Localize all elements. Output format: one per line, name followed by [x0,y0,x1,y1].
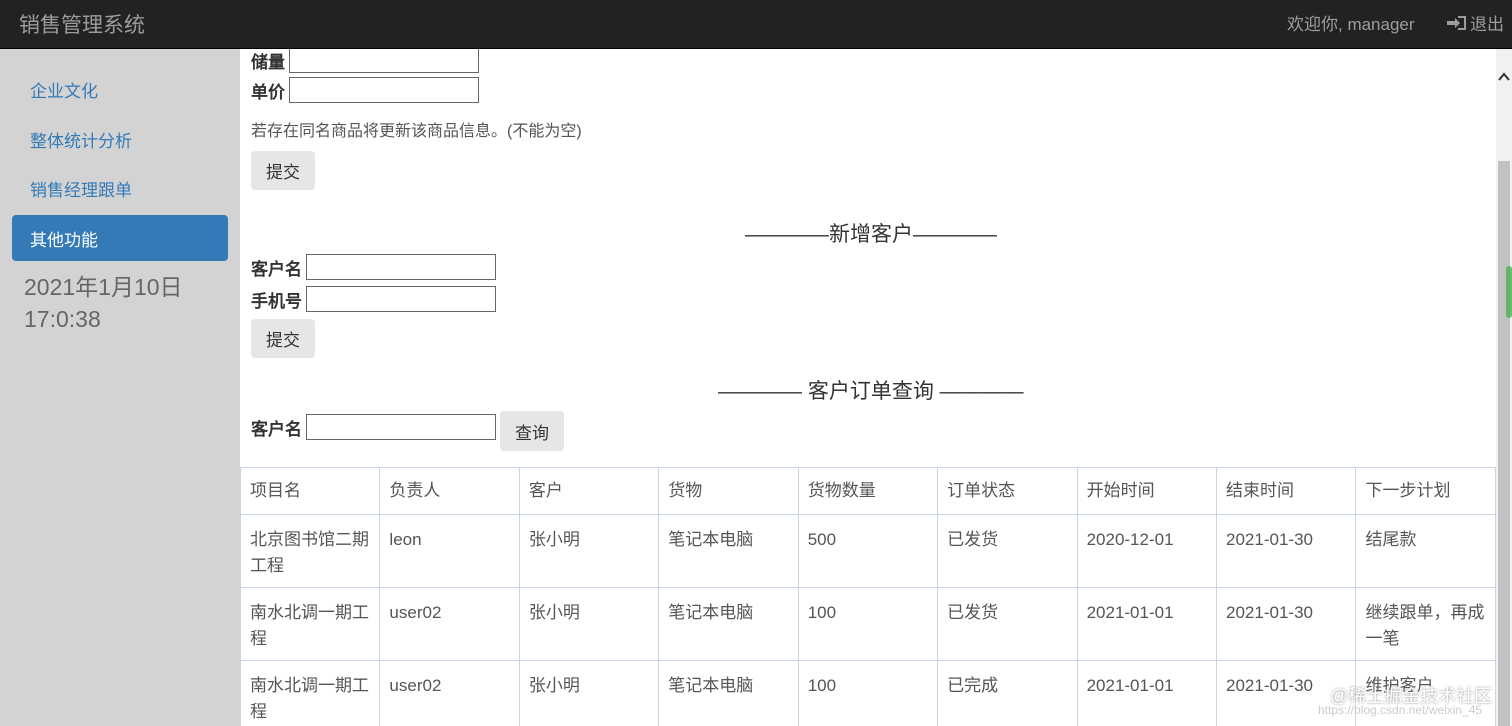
column-header: 下一步计划 [1355,467,1496,515]
table-cell: 已完成 [937,660,1078,726]
table-cell: 张小明 [518,587,660,661]
price-input[interactable] [289,77,479,103]
main-content: 储量 单价 若存在同名商品将更新该商品信息。(不能为空) 提交 ————新增客户… [240,49,1496,726]
customer-name-input[interactable] [306,254,496,280]
app-brand[interactable]: 销售管理系统 [19,9,145,39]
table-cell: 100 [797,660,939,726]
table-cell: 张小明 [518,660,660,726]
table-cell: 2020-12-01 [1076,514,1218,588]
logout-label: 退出 [1470,15,1504,34]
table-cell: 南水北调一期工程 [240,587,381,661]
sign-out-icon [1447,15,1466,30]
table-cell: 结尾款 [1355,514,1496,588]
table-cell: user02 [379,587,520,661]
column-header: 项目名 [240,467,381,515]
query-name-input[interactable] [306,414,496,440]
clock: 2021年1月10日 17:0:38 [24,271,183,335]
column-header: 开始时间 [1076,467,1218,515]
watermark-url: https://blog.csdn.net/weixin_45 [1318,703,1483,717]
column-header: 货物数量 [797,467,939,515]
table-cell: 继续跟单，再成一笔 [1355,587,1496,661]
new-customer-title: ————新增客户———— [745,223,997,246]
table-cell: 已发货 [937,514,1078,588]
table-cell: 2021-01-01 [1076,660,1218,726]
table-cell: 100 [797,587,939,661]
stock-row: 储量 [251,49,479,73]
column-header: 结束时间 [1216,467,1357,515]
customer-name-row: 客户名 [251,254,496,280]
column-header: 货物 [658,467,799,515]
customer-submit-button[interactable]: 提交 [251,319,315,358]
table-cell: 笔记本电脑 [658,587,799,661]
edge-handle [1506,266,1512,318]
product-note: 若存在同名商品将更新该商品信息。(不能为空) [251,123,582,140]
phone-input[interactable] [306,286,496,312]
logout-link[interactable]: 退出 [1446,10,1504,35]
table-cell: user02 [379,660,520,726]
column-header: 客户 [518,467,660,515]
table-cell: 2021-01-30 [1216,587,1357,661]
table-cell: 北京图书馆二期工程 [240,514,381,588]
table-cell: 500 [797,514,939,588]
phone-label: 手机号 [251,291,302,311]
sidebar-item-statistics[interactable]: 整体统计分析 [12,116,228,162]
table-cell: 2021-01-30 [1216,514,1357,588]
page-scrollbar[interactable] [1496,49,1512,726]
column-header: 负责人 [379,467,520,515]
table-row: 南水北调一期工程 user02 张小明 笔记本电脑 100 已完成 2021-0… [240,660,1496,726]
welcome-text: 欢迎你, manager [1287,15,1415,34]
customer-name-label: 客户名 [251,259,302,279]
table-cell: 笔记本电脑 [658,660,799,726]
chevron-up-icon[interactable] [1496,69,1512,85]
table-row: 南水北调一期工程 user02 张小明 笔记本电脑 100 已发货 2021-0… [240,587,1496,661]
top-navbar: 销售管理系统 欢迎你, manager 退出 [0,0,1512,49]
sidebar: 企业文化 整体统计分析 销售经理跟单 其他功能 2021年1月10日 17:0:… [0,49,240,726]
table-cell: 南水北调一期工程 [240,660,381,726]
clock-date: 2021年1月10日 [24,274,183,300]
price-label: 单价 [251,82,285,102]
product-submit-button[interactable]: 提交 [251,151,315,190]
table-cell: 张小明 [518,514,660,588]
table-header-row: 项目名 负责人 客户 货物 货物数量 订单状态 开始时间 结束时间 下一步计划 [240,467,1496,515]
query-button[interactable]: 查询 [500,411,564,451]
query-name-row: 客户名 [251,414,496,440]
clock-time: 17:0:38 [24,306,101,332]
price-row: 单价 [251,77,479,103]
orders-table: 项目名 负责人 客户 货物 货物数量 订单状态 开始时间 结束时间 下一步计划 … [240,467,1496,726]
table-cell: 笔记本电脑 [658,514,799,588]
stock-input[interactable] [289,49,479,73]
sidebar-item-culture[interactable]: 企业文化 [12,66,228,112]
table-cell: leon [379,514,520,588]
stock-label: 储量 [251,52,285,72]
sidebar-item-other[interactable]: 其他功能 [12,215,228,261]
order-query-title: ———— 客户订单查询 ———— [718,380,1024,403]
table-cell: 已发货 [937,587,1078,661]
scrollbar-thumb[interactable] [1498,161,1510,726]
phone-row: 手机号 [251,286,496,312]
table-row: 北京图书馆二期工程 leon 张小明 笔记本电脑 500 已发货 2020-12… [240,514,1496,588]
column-header: 订单状态 [937,467,1078,515]
sidebar-item-sales-tracking[interactable]: 销售经理跟单 [12,165,228,211]
table-cell: 2021-01-01 [1076,587,1218,661]
query-name-label: 客户名 [251,419,302,439]
